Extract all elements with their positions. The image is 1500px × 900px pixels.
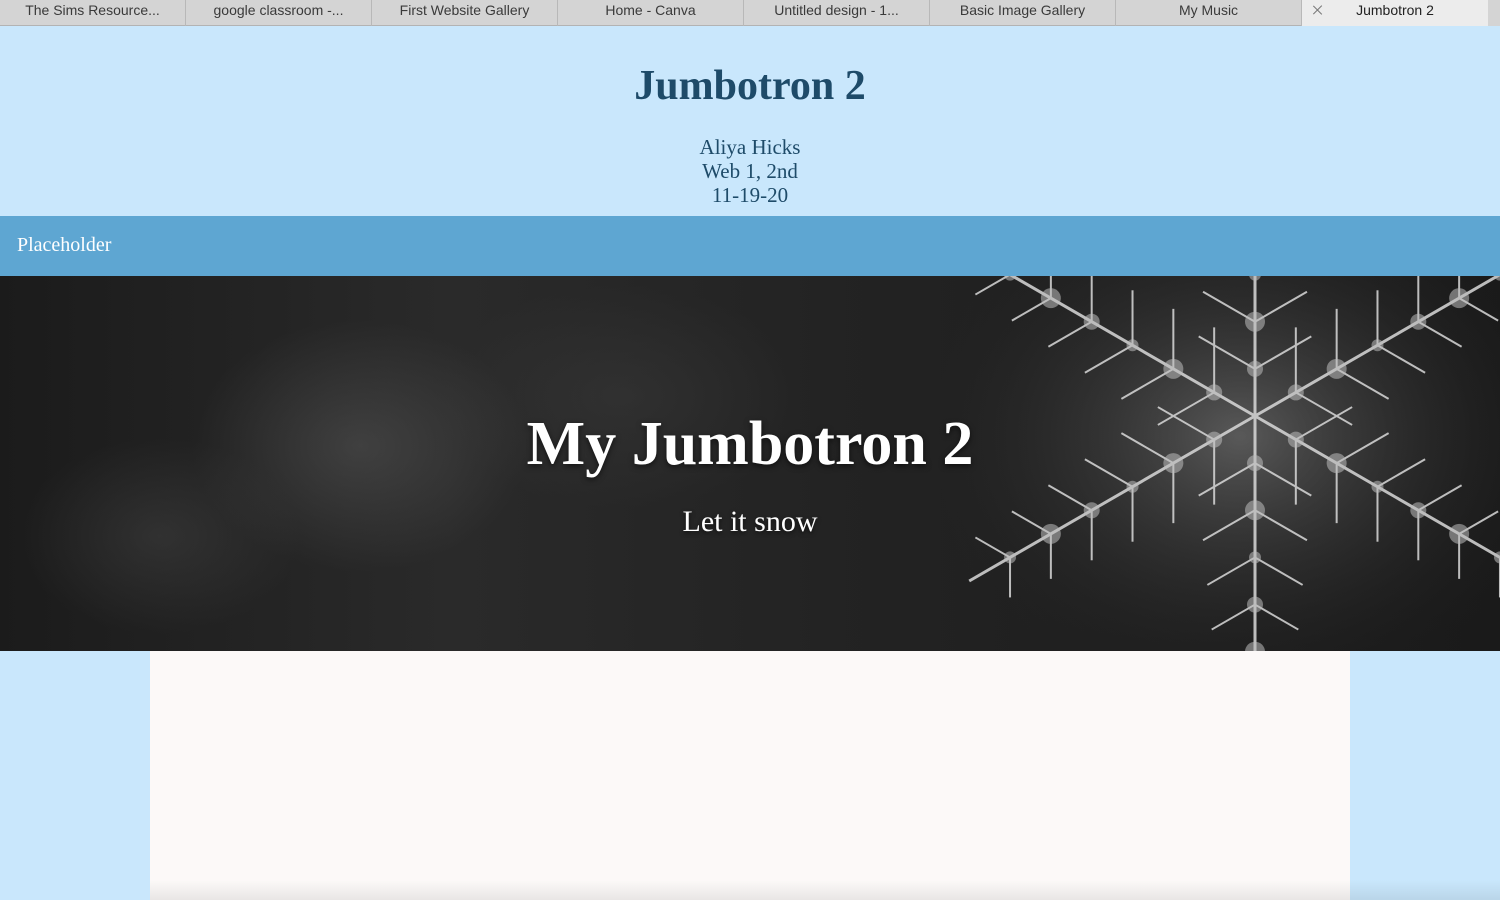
jumbotron: My Jumbotron 2 Let it snow	[0, 276, 1500, 651]
snowflake-crystal	[1206, 384, 1223, 401]
content-panel	[150, 651, 1350, 900]
author-info: Aliya Hicks Web 1, 2nd 11-19-20	[0, 135, 1500, 207]
browser-tab[interactable]: Home - Canva	[558, 0, 744, 26]
snowflake-crystal	[1449, 288, 1470, 309]
nav-bar: Placeholder	[0, 216, 1500, 276]
snowflake-crystal	[1126, 339, 1139, 352]
tab-label: Untitled design - 1...	[774, 2, 899, 18]
snowflake-crystal	[1247, 360, 1263, 377]
snowflake-crystal	[1410, 313, 1427, 330]
author-name: Aliya Hicks	[699, 135, 801, 159]
bottom-shadow	[150, 880, 1500, 900]
snowflake-crystal	[1247, 596, 1263, 613]
tab-label: Home - Canva	[605, 2, 696, 18]
browser-tab[interactable]: First Website Gallery	[372, 0, 558, 26]
nav-link-placeholder[interactable]: Placeholder	[17, 233, 111, 257]
jumbotron-title: My Jumbotron 2	[526, 410, 974, 478]
browser-tab[interactable]: Untitled design - 1...	[744, 0, 930, 26]
date-text: 11-19-20	[711, 183, 789, 207]
browser-tab[interactable]: google classroom -...	[186, 0, 372, 26]
site-header: Jumbotron 2 Aliya Hicks Web 1, 2nd 11-19…	[0, 26, 1500, 216]
tab-label: google classroom -...	[213, 2, 344, 18]
snowflake-crystal	[1371, 339, 1384, 352]
browser-tab[interactable]: The Sims Resource...	[0, 0, 186, 26]
browser-tab-active[interactable]: Jumbotron 2	[1302, 0, 1488, 26]
browser-tab[interactable]: Basic Image Gallery	[930, 0, 1116, 26]
snowflake-crystal	[1126, 480, 1139, 493]
snowflake-crystal	[1249, 551, 1261, 564]
tab-label: My Music	[1178, 2, 1239, 18]
close-icon[interactable]	[1312, 4, 1324, 16]
snowflake-crystal	[1371, 480, 1384, 493]
browser-tab[interactable]: My Music	[1116, 0, 1302, 26]
snowflake-crystal	[1083, 313, 1100, 330]
snowflake-crystal	[1004, 551, 1017, 564]
snowflake-crystal	[1245, 311, 1265, 332]
snowflake-crystal	[1326, 358, 1347, 379]
tab-label: Basic Image Gallery	[959, 2, 1086, 18]
class-period: Web 1, 2nd	[702, 159, 798, 183]
tab-label: Jumbotron 2	[1356, 2, 1434, 18]
tab-overflow	[1488, 0, 1500, 26]
browser-tab-bar: The Sims Resource... google classroom -.…	[0, 0, 1500, 26]
snowflake-crystal	[1287, 384, 1304, 401]
snowflake-crystal	[1040, 288, 1061, 309]
tab-label: The Sims Resource...	[25, 2, 160, 18]
snowflake-crystal	[1163, 358, 1184, 379]
jumbotron-subtitle: Let it snow	[682, 505, 818, 538]
page-title: Jumbotron 2	[634, 63, 866, 109]
tab-label: First Website Gallery	[399, 2, 530, 18]
